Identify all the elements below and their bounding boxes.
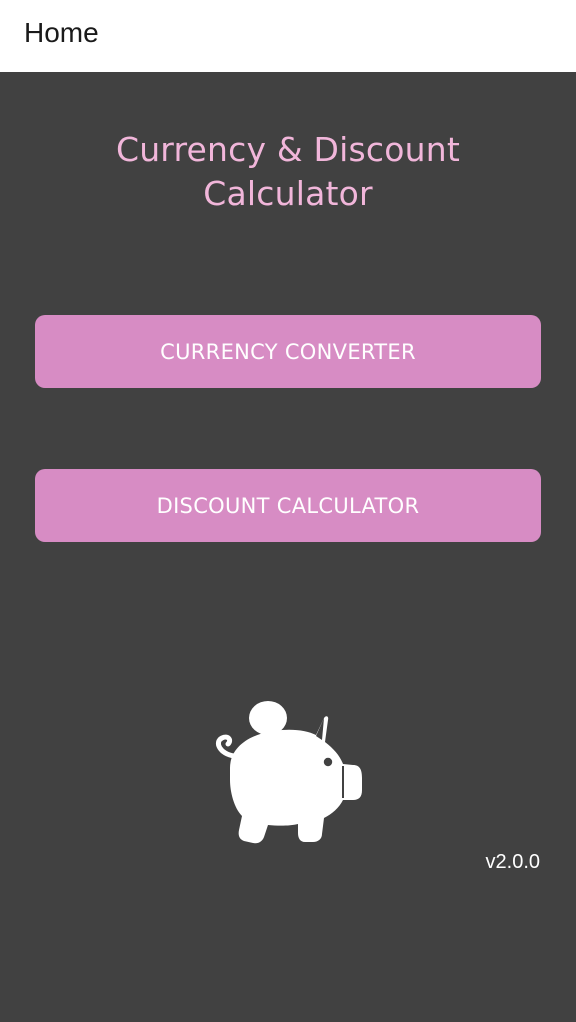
eye-shape <box>323 757 333 767</box>
page-title-line-2: Calculator <box>203 174 373 213</box>
currency-converter-button[interactable]: CURRENCY CONVERTER <box>35 315 541 388</box>
discount-calculator-button[interactable]: DISCOUNT CALCULATOR <box>35 469 541 542</box>
main-content: Currency & Discount Calculator CURRENCY … <box>0 72 576 1022</box>
piggy-bank-icon <box>216 701 362 844</box>
page-title-line-1: Currency & Discount <box>115 130 461 169</box>
app-bar: Home <box>0 0 576 72</box>
tail-shape <box>216 734 237 759</box>
page-title: Currency & Discount Calculator <box>60 128 516 216</box>
app-bar-title: Home <box>24 17 99 48</box>
coin-shape <box>249 701 287 735</box>
app-version: v2.0.0 <box>485 851 540 873</box>
